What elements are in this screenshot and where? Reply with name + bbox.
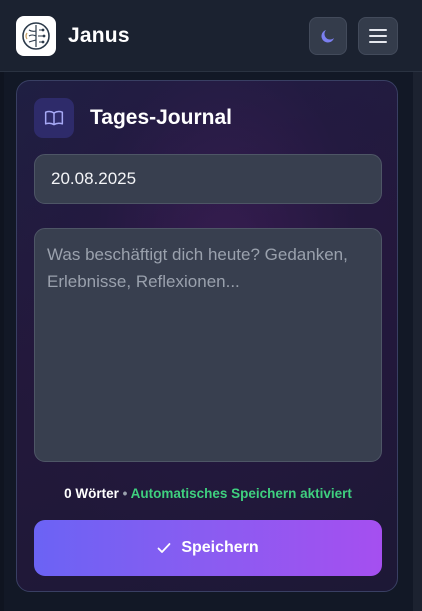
app-logo[interactable] (16, 16, 56, 56)
theme-toggle-button[interactable] (309, 17, 347, 55)
app-title: Janus (68, 24, 130, 47)
menu-button[interactable] (358, 17, 398, 55)
status-line: 0 Wörter • Automatisches Speichern aktiv… (17, 486, 399, 501)
left-gutter (0, 72, 4, 611)
word-count: 0 Wörter (64, 486, 119, 501)
save-button[interactable]: Speichern (34, 520, 382, 576)
check-icon (157, 543, 171, 553)
top-bar: Janus (0, 0, 422, 72)
journal-card: Tages-Journal 0 Wörter • Automatisches S… (16, 80, 398, 592)
hamburger-menu-icon (369, 29, 387, 43)
date-input[interactable] (34, 154, 382, 204)
journal-icon-badge (34, 98, 74, 138)
journal-entry-textarea[interactable] (34, 228, 382, 462)
status-separator: • (122, 486, 128, 501)
journal-title: Tages-Journal (90, 106, 232, 129)
scrollbar[interactable] (413, 72, 422, 611)
brain-circuit-logo-icon (22, 22, 50, 50)
autosave-status: Automatisches Speichern aktiviert (130, 486, 352, 501)
moon-icon (321, 30, 334, 43)
save-button-label: Speichern (181, 539, 259, 556)
open-book-icon (44, 110, 64, 126)
